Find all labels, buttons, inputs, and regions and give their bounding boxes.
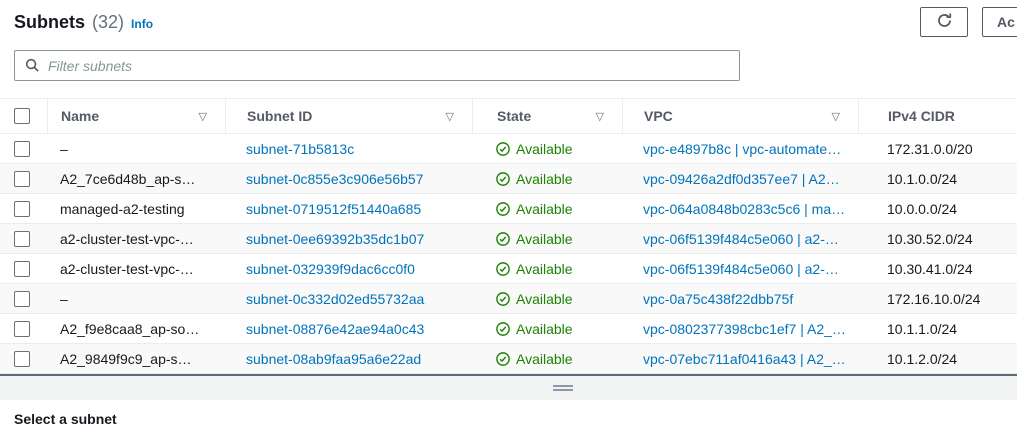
ipv4-cidr: 10.30.41.0/24 (858, 254, 1017, 283)
available-check-icon (496, 322, 510, 336)
available-check-icon (496, 142, 510, 156)
column-header-name[interactable]: Name ▽ (47, 99, 225, 133)
ipv4-cidr: 10.30.52.0/24 (858, 224, 1017, 253)
subnet-id-link[interactable]: subnet-08ab9faa95a6e22ad (246, 351, 421, 367)
state-cell: Available (496, 291, 573, 307)
available-check-icon (496, 262, 510, 276)
sort-icon[interactable]: ▽ (446, 110, 454, 123)
table-header-row: Name ▽ Subnet ID ▽ State ▽ VPC ▽ IPv4 CI… (0, 98, 1017, 134)
table-row: managed-a2-testing subnet-0719512f51440a… (0, 194, 1017, 224)
vpc-link[interactable]: vpc-0a75c438f22dbb75f (643, 291, 793, 307)
available-check-icon (496, 202, 510, 216)
subnet-id-link[interactable]: subnet-0ee69392b35dc1b07 (246, 231, 424, 247)
column-header-state[interactable]: State ▽ (472, 99, 622, 133)
state-cell: Available (496, 351, 573, 367)
vpc-link[interactable]: vpc-07ebc711af0416a43 | A2_… (643, 351, 846, 367)
row-checkbox[interactable] (14, 171, 30, 187)
subnet-id-link[interactable]: subnet-032939f9dac6cc0f0 (246, 261, 415, 277)
filter-subnets-input[interactable] (48, 58, 739, 74)
split-handle-strip (0, 376, 1017, 400)
select-all-checkbox[interactable] (14, 108, 30, 124)
available-check-icon (496, 352, 510, 366)
state-cell: Available (496, 141, 573, 157)
bottom-panel-title: Select a subnet (0, 400, 1017, 427)
subnet-name: A2_f9e8caa8_ap-so… (47, 314, 225, 343)
subnets-table: Name ▽ Subnet ID ▽ State ▽ VPC ▽ IPv4 CI… (0, 98, 1017, 374)
sort-icon[interactable]: ▽ (832, 110, 840, 123)
subnets-page: Subnets (32) Info Ac (0, 0, 1017, 436)
refresh-icon (936, 12, 953, 32)
subnet-name: a2-cluster-test-vpc-… (47, 254, 225, 283)
ipv4-cidr: 172.31.0.0/20 (858, 134, 1017, 163)
table-row: A2_7ce6d48b_ap-s… subnet-0c855e3c906e56b… (0, 164, 1017, 194)
info-link[interactable]: Info (131, 17, 153, 31)
table-row: – subnet-71b5813c Available vpc-e4897b8c… (0, 134, 1017, 164)
table-row: A2_f9e8caa8_ap-so… subnet-08876e42ae94a0… (0, 314, 1017, 344)
subnet-id-link[interactable]: subnet-0719512f51440a685 (246, 201, 421, 217)
sort-icon[interactable]: ▽ (596, 110, 604, 123)
subnet-id-link[interactable]: subnet-0c332d02ed55732aa (246, 291, 424, 307)
subnet-name: a2-cluster-test-vpc-… (47, 224, 225, 253)
filter-box (14, 50, 740, 81)
vpc-link[interactable]: vpc-06f5139f484c5e060 | a2-… (643, 261, 839, 277)
row-checkbox[interactable] (14, 351, 30, 367)
ipv4-cidr: 10.1.0.0/24 (858, 164, 1017, 193)
row-checkbox[interactable] (14, 261, 30, 277)
table-row: a2-cluster-test-vpc-… subnet-032939f9dac… (0, 254, 1017, 284)
subnet-count: (32) (92, 12, 124, 33)
select-all-cell (0, 99, 47, 133)
search-icon (25, 58, 40, 73)
subnet-name: A2_9849f9c9_ap-s… (47, 344, 225, 373)
subnet-name: A2_7ce6d48b_ap-s… (47, 164, 225, 193)
state-cell: Available (496, 261, 573, 277)
ipv4-cidr: 172.16.10.0/24 (858, 284, 1017, 313)
state-cell: Available (496, 201, 573, 217)
row-checkbox[interactable] (14, 321, 30, 337)
table-row: a2-cluster-test-vpc-… subnet-0ee69392b35… (0, 224, 1017, 254)
subnet-name: managed-a2-testing (47, 194, 225, 223)
row-checkbox[interactable] (14, 291, 30, 307)
row-checkbox[interactable] (14, 141, 30, 157)
subnet-id-link[interactable]: subnet-0c855e3c906e56b57 (246, 171, 424, 187)
available-check-icon (496, 172, 510, 186)
page-title-row: Subnets (32) Info (14, 12, 153, 33)
table-row: A2_9849f9c9_ap-s… subnet-08ab9faa95a6e22… (0, 344, 1017, 374)
table-row: – subnet-0c332d02ed55732aa Available vpc… (0, 284, 1017, 314)
column-header-vpc[interactable]: VPC ▽ (622, 99, 858, 133)
available-check-icon (496, 232, 510, 246)
ipv4-cidr: 10.1.1.0/24 (858, 314, 1017, 343)
sort-icon[interactable]: ▽ (199, 110, 207, 123)
column-header-ipv4-cidr[interactable]: IPv4 CIDR (858, 99, 1017, 133)
row-checkbox[interactable] (14, 231, 30, 247)
column-header-subnet-id[interactable]: Subnet ID ▽ (225, 99, 472, 133)
row-checkbox[interactable] (14, 201, 30, 217)
ipv4-cidr: 10.0.0.0/24 (858, 194, 1017, 223)
vpc-link[interactable]: vpc-0802377398cbc1ef7 | A2_… (643, 321, 846, 337)
subnet-id-link[interactable]: subnet-08876e42ae94a0c43 (246, 321, 424, 337)
vpc-link[interactable]: vpc-064a0848b0283c5c6 | ma… (643, 201, 845, 217)
page-header: Subnets (32) Info Ac (0, 0, 1017, 48)
vpc-link[interactable]: vpc-09426a2df0d357ee7 | A2… (643, 171, 840, 187)
subnet-id-link[interactable]: subnet-71b5813c (246, 141, 354, 157)
refresh-button[interactable] (920, 7, 968, 37)
available-check-icon (496, 292, 510, 306)
state-cell: Available (496, 321, 573, 337)
state-cell: Available (496, 171, 573, 187)
page-title: Subnets (14, 12, 85, 33)
subnet-name: – (47, 284, 225, 313)
subnet-name: – (47, 134, 225, 163)
vpc-link[interactable]: vpc-e4897b8c | vpc-automate… (643, 141, 841, 157)
actions-button-label: Ac (997, 14, 1015, 30)
vpc-link[interactable]: vpc-06f5139f484c5e060 | a2-… (643, 231, 839, 247)
bottom-split-panel: Select a subnet (0, 374, 1017, 436)
split-drag-handle[interactable] (553, 385, 573, 391)
actions-button[interactable]: Ac (982, 7, 1017, 37)
state-cell: Available (496, 231, 573, 247)
ipv4-cidr: 10.1.2.0/24 (858, 344, 1017, 373)
